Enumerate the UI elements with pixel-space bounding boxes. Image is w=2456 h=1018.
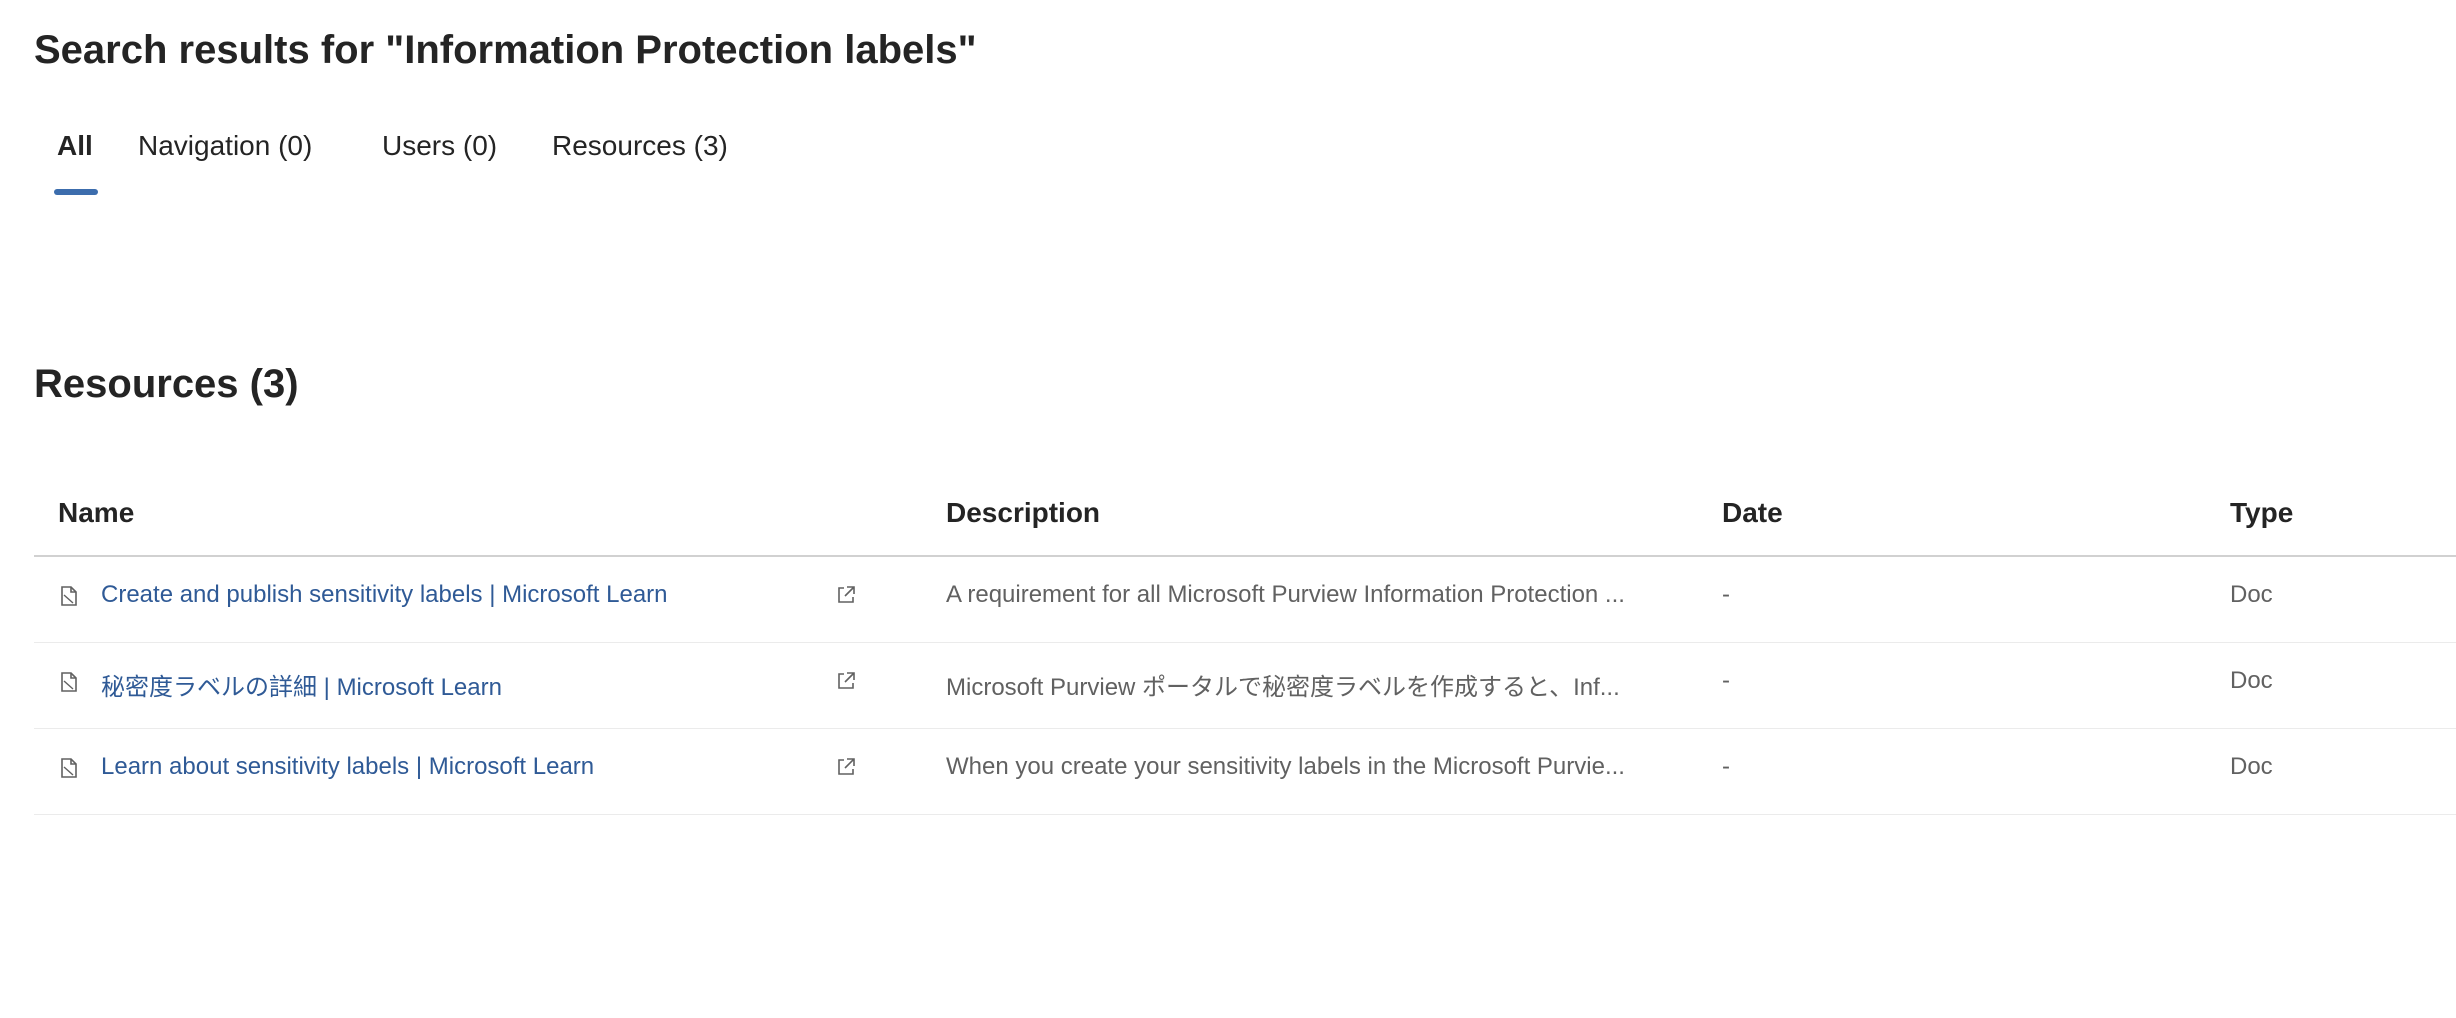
table-row[interactable]: 秘密度ラベルの詳細 | Microsoft Learn Microsoft Pu…	[34, 643, 2456, 729]
column-header-name[interactable]: Name	[58, 497, 134, 529]
tab-all[interactable]: All	[57, 130, 93, 196]
column-header-date[interactable]: Date	[1722, 497, 1783, 529]
tab-resources[interactable]: Resources (3)	[552, 130, 728, 196]
resource-description: Microsoft Purview ポータルで秘密度ラベルを作成すると、Inf.…	[946, 674, 1620, 701]
open-in-new-icon[interactable]	[836, 585, 856, 605]
tab-list: All Navigation (0) Users (0) Resources (…	[0, 130, 1000, 200]
resource-description: When you create your sensitivity labels …	[946, 753, 1625, 780]
resources-section-title: Resources (3)	[34, 362, 299, 406]
document-icon	[61, 758, 77, 778]
active-tab-indicator	[54, 189, 98, 195]
resource-date: -	[1722, 581, 1730, 608]
column-header-description[interactable]: Description	[946, 497, 1100, 529]
resource-date: -	[1722, 753, 1730, 780]
document-icon	[61, 672, 77, 692]
page-title: Search results for "Information Protecti…	[34, 28, 977, 72]
table-row[interactable]: Create and publish sensitivity labels | …	[34, 557, 2456, 643]
tab-navigation[interactable]: Navigation (0)	[138, 130, 312, 196]
open-in-new-icon[interactable]	[836, 757, 856, 777]
resource-link[interactable]: Learn about sensitivity labels | Microso…	[101, 753, 594, 781]
tab-users[interactable]: Users (0)	[382, 130, 497, 196]
column-header-type[interactable]: Type	[2230, 497, 2293, 529]
search-results-page: Search results for "Information Protecti…	[0, 0, 2456, 1018]
table-header: Name Description Date Type	[34, 475, 2456, 557]
resource-type: Doc	[2230, 753, 2273, 780]
resource-description: A requirement for all Microsoft Purview …	[946, 581, 1625, 608]
table-row[interactable]: Learn about sensitivity labels | Microso…	[34, 729, 2456, 815]
resource-link[interactable]: 秘密度ラベルの詳細 | Microsoft Learn	[101, 667, 502, 702]
resource-date: -	[1722, 667, 1730, 694]
open-in-new-icon[interactable]	[836, 671, 856, 691]
document-icon	[61, 586, 77, 606]
resource-type: Doc	[2230, 667, 2273, 694]
resources-table: Name Description Date Type Create and pu…	[34, 475, 2456, 815]
resource-link[interactable]: Create and publish sensitivity labels | …	[101, 581, 668, 609]
resource-type: Doc	[2230, 581, 2273, 608]
